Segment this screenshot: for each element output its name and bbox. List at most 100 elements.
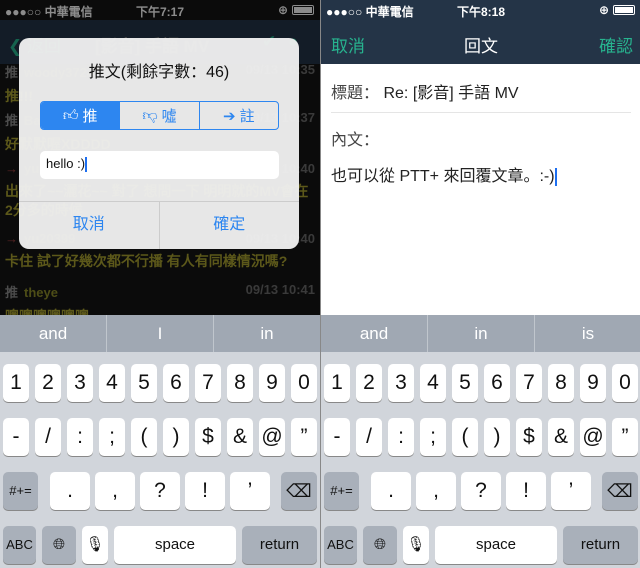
segment-label: 噓 [161, 108, 177, 125]
push-type-segmented-control[interactable]: 👍︎ 推 👎︎ 噓 ➔ 註 [40, 101, 279, 130]
segment-note[interactable]: ➔ 註 [198, 102, 278, 129]
key-9[interactable]: 0 [612, 364, 638, 402]
body-label: 內文： [331, 132, 380, 149]
key-symbol[interactable]: ; [420, 418, 446, 456]
key-symbol[interactable]: ” [612, 418, 638, 456]
return-key[interactable]: return [563, 526, 638, 564]
key-symbol[interactable]: $ [516, 418, 542, 456]
key-0[interactable]: 1 [324, 364, 350, 402]
key-4[interactable]: 5 [452, 364, 478, 402]
microphone-icon[interactable]: 🎙︎ [403, 526, 429, 564]
abc-key[interactable]: ABC [324, 526, 357, 564]
key-7[interactable]: 8 [548, 364, 574, 402]
confirm-button[interactable]: 確定 [158, 202, 300, 249]
key-2[interactable]: 3 [67, 364, 93, 402]
key-punctuation[interactable]: , [416, 472, 456, 510]
key-punctuation[interactable]: ! [506, 472, 546, 510]
key-punctuation[interactable]: . [50, 472, 90, 510]
suggestion[interactable]: and [0, 315, 106, 352]
key-symbol[interactable]: @ [580, 418, 606, 456]
key-symbol[interactable]: : [388, 418, 414, 456]
subject-label: 標題： [331, 85, 380, 102]
key-5[interactable]: 6 [484, 364, 510, 402]
microphone-icon[interactable]: 🎙︎ [82, 526, 108, 564]
key-4[interactable]: 5 [131, 364, 157, 402]
keyboard: and in is 1 2 3 4 5 6 7 8 9 0 - /:;() $ & @” #+=.,?!’ ⌫ AB… [321, 315, 640, 568]
cancel-button[interactable]: 取消 [19, 202, 159, 249]
space-key[interactable]: space [435, 526, 557, 564]
lock-rotation-icon: ⊕ [598, 3, 609, 17]
key-punctuation[interactable]: ’ [551, 472, 591, 510]
segment-label: 推 [82, 108, 98, 125]
key-3[interactable]: 4 [420, 364, 446, 402]
key-punctuation[interactable]: , [95, 472, 135, 510]
key-punctuation[interactable]: ’ [230, 472, 270, 510]
key-9[interactable]: 0 [291, 364, 317, 402]
divider [331, 112, 631, 113]
globe-icon[interactable]: 🌐︎ [363, 526, 397, 564]
key-symbol[interactable]: ” [291, 418, 317, 456]
key-5[interactable]: 6 [163, 364, 189, 402]
key-8[interactable]: 9 [580, 364, 606, 402]
key-symbol[interactable]: / [35, 418, 61, 456]
key-symbol[interactable]: / [356, 418, 382, 456]
segment-label: 註 [239, 108, 255, 125]
suggestion[interactable]: I [106, 315, 213, 352]
subject-field[interactable]: 標題： Re: [影音] 手語 MV [331, 79, 519, 103]
suggestion[interactable]: in [427, 315, 534, 352]
key-1[interactable]: 2 [356, 364, 382, 402]
thumbs-up-icon: 👍︎ [62, 106, 79, 124]
suggestion[interactable]: and [321, 315, 427, 352]
key-symbol[interactable]: ; [99, 418, 125, 456]
key-symbol[interactable]: ) [163, 418, 189, 456]
key-symbol[interactable]: & [227, 418, 253, 456]
arrow-right-icon: ➔ [223, 107, 236, 125]
key-symbol[interactable]: - [324, 418, 350, 456]
symbols-shift-key[interactable]: #+= [3, 472, 38, 510]
symbols-shift-key[interactable]: #+= [324, 472, 359, 510]
key-0[interactable]: 1 [3, 364, 29, 402]
key-symbol[interactable]: ( [131, 418, 157, 456]
return-key[interactable]: return [242, 526, 317, 564]
key-symbol[interactable]: : [67, 418, 93, 456]
input-value: hello :) [46, 156, 86, 171]
suggestion[interactable]: is [534, 315, 640, 352]
key-8[interactable]: 9 [259, 364, 285, 402]
nav-bar: 取消 回文 確認 [321, 20, 640, 64]
key-punctuation[interactable]: ! [185, 472, 225, 510]
key-punctuation[interactable]: . [371, 472, 411, 510]
right-screen: 取消 回文 確認 ●●●○○ 中華電信 下午8:18 ⊕ 標題： Re: [影音… [320, 0, 640, 568]
key-symbol[interactable]: @ [259, 418, 285, 456]
key-punctuation[interactable]: ? [461, 472, 501, 510]
abc-key[interactable]: ABC [3, 526, 36, 564]
key-punctuation[interactable]: ? [140, 472, 180, 510]
key-7[interactable]: 8 [227, 364, 253, 402]
body-value: 也可以從 PTT+ 來回覆文章。:-) [331, 168, 555, 185]
segment-push[interactable]: 👍︎ 推 [41, 102, 120, 129]
key-symbol[interactable]: ( [452, 418, 478, 456]
key-symbol[interactable]: & [548, 418, 574, 456]
dialog-title: 推文(剩餘字數：46) [88, 64, 230, 81]
key-symbol[interactable]: - [3, 418, 29, 456]
delete-key[interactable]: ⌫ [281, 472, 317, 510]
key-3[interactable]: 4 [99, 364, 125, 402]
space-key[interactable]: space [114, 526, 236, 564]
key-6[interactable]: 7 [195, 364, 221, 402]
caret [85, 157, 88, 173]
key-symbol[interactable]: $ [195, 418, 221, 456]
subject-value: Re: [影音] 手語 MV [383, 85, 519, 102]
segment-boo[interactable]: 👎︎ 噓 [119, 102, 198, 129]
key-symbol[interactable]: ) [484, 418, 510, 456]
thumbs-down-icon: 👎︎ [142, 106, 158, 124]
push-input[interactable]: hello :) [40, 151, 279, 179]
key-2[interactable]: 3 [388, 364, 414, 402]
confirm-button[interactable]: 確認 [599, 32, 633, 57]
key-1[interactable]: 2 [35, 364, 61, 402]
suggestion[interactable]: in [213, 315, 320, 352]
keyboard: and Iin 1 2 3 4 5 6 7 8 9 0 - /:;() $ & @” #+=.,?!’ ⌫ ABC… [0, 315, 320, 568]
key-6[interactable]: 7 [516, 364, 542, 402]
push-dialog: 推文(剩餘字數：46) 👍︎ 推 👎︎ 噓 ➔ 註 hello :) 取消 確定 [19, 38, 299, 249]
delete-key[interactable]: ⌫ [602, 472, 638, 510]
globe-icon[interactable]: 🌐︎ [42, 526, 76, 564]
body-input[interactable]: 也可以從 PTT+ 來回覆文章。:-) [331, 162, 557, 186]
